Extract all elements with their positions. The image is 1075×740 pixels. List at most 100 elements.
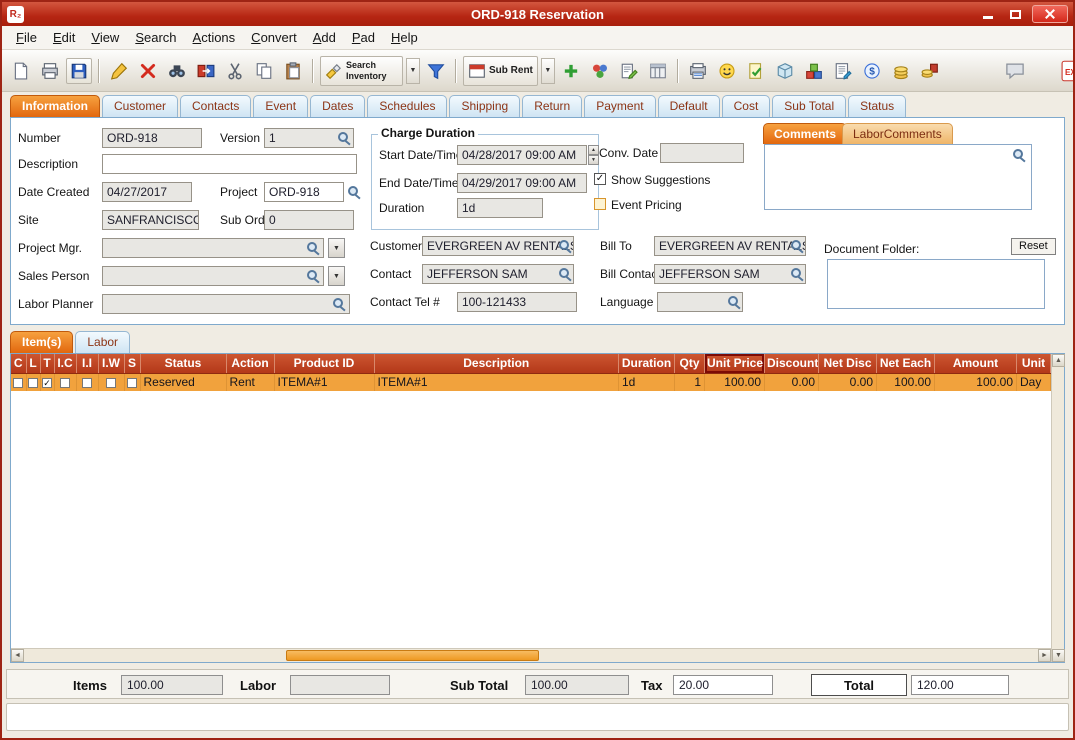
tab-default[interactable]: Default bbox=[658, 95, 720, 117]
cell-duration[interactable]: 1d bbox=[619, 373, 675, 391]
menu-pad[interactable]: Pad bbox=[344, 28, 383, 47]
col-net-each[interactable]: Net Each bbox=[877, 354, 935, 373]
total-field[interactable]: 120.00 bbox=[911, 675, 1009, 695]
iw-checkbox[interactable] bbox=[106, 378, 116, 388]
cut-icon[interactable] bbox=[222, 58, 248, 84]
col-iw[interactable]: I.W bbox=[98, 354, 124, 373]
customer-search-icon[interactable] bbox=[558, 239, 572, 253]
col-l[interactable]: L bbox=[26, 354, 40, 373]
col-duration[interactable]: Duration bbox=[619, 354, 675, 373]
t-checkbox[interactable]: ✓ bbox=[42, 378, 52, 388]
tab-schedules[interactable]: Schedules bbox=[367, 95, 447, 117]
convert-icon[interactable] bbox=[193, 58, 219, 84]
col-s[interactable]: S bbox=[124, 354, 140, 373]
scroll-right-arrow[interactable]: ► bbox=[1038, 649, 1051, 662]
tab-dates[interactable]: Dates bbox=[310, 95, 365, 117]
contact-tel-field[interactable]: 100-121433 bbox=[457, 292, 577, 312]
sub-rent-dropdown[interactable]: ▼ bbox=[541, 58, 555, 84]
col-ic[interactable]: I.C bbox=[54, 354, 76, 373]
copy-icon[interactable] bbox=[251, 58, 277, 84]
scroll-down-arrow[interactable]: ▼ bbox=[1052, 649, 1065, 662]
sales-person-field[interactable] bbox=[102, 266, 324, 286]
maximize-button[interactable] bbox=[1005, 6, 1025, 22]
comments-textarea[interactable] bbox=[764, 144, 1032, 210]
l-checkbox[interactable] bbox=[28, 378, 38, 388]
cell-net-disc[interactable]: 0.00 bbox=[819, 373, 877, 391]
bill-to-search-icon[interactable] bbox=[790, 239, 804, 253]
col-product-id[interactable]: Product ID bbox=[274, 354, 374, 373]
tab-cost[interactable]: Cost bbox=[722, 95, 771, 117]
tab-event[interactable]: Event bbox=[253, 95, 308, 117]
tab-items[interactable]: Item(s) bbox=[10, 331, 73, 353]
c-checkbox[interactable] bbox=[13, 378, 23, 388]
package-icon[interactable] bbox=[772, 58, 798, 84]
edit-list-icon[interactable] bbox=[830, 58, 856, 84]
tab-payment[interactable]: Payment bbox=[584, 95, 655, 117]
menu-actions[interactable]: Actions bbox=[185, 28, 244, 47]
cell-action[interactable]: Rent bbox=[226, 373, 274, 391]
delete-icon[interactable] bbox=[135, 58, 161, 84]
add-icon[interactable] bbox=[558, 58, 584, 84]
notes-icon[interactable] bbox=[616, 58, 642, 84]
cell-net-each[interactable]: 100.00 bbox=[877, 373, 935, 391]
project-mgr-search-icon[interactable] bbox=[306, 241, 320, 255]
end-date-field[interactable]: 04/29/2017 09:00 AM bbox=[457, 173, 587, 193]
col-unit-price[interactable]: Unit Price bbox=[705, 354, 765, 373]
tab-labor-comments[interactable]: LaborComments bbox=[842, 123, 953, 144]
cell-product-id[interactable]: ITEMA#1 bbox=[274, 373, 374, 391]
col-description[interactable]: Description bbox=[374, 354, 619, 373]
event-pricing-checkbox[interactable] bbox=[594, 198, 606, 210]
new-document-icon[interactable] bbox=[8, 58, 34, 84]
description-field[interactable] bbox=[102, 154, 357, 174]
close-button[interactable] bbox=[1032, 5, 1068, 23]
tab-comments[interactable]: Comments bbox=[763, 123, 847, 144]
vertical-scrollbar[interactable]: ▲ ▼ bbox=[1051, 354, 1064, 662]
cell-c[interactable] bbox=[11, 373, 26, 391]
availability-icon[interactable] bbox=[587, 58, 613, 84]
col-unit[interactable]: Unit bbox=[1017, 354, 1051, 373]
conv-date-field[interactable] bbox=[660, 143, 744, 163]
s-checkbox[interactable] bbox=[127, 378, 137, 388]
bill-contact-field[interactable]: JEFFERSON SAM bbox=[654, 264, 806, 284]
show-suggestions-checkbox[interactable]: ✓ bbox=[594, 173, 606, 185]
duration-field[interactable]: 1d bbox=[457, 198, 543, 218]
scrollbar-thumb[interactable] bbox=[286, 650, 539, 661]
tab-customer[interactable]: Customer bbox=[102, 95, 178, 117]
tab-shipping[interactable]: Shipping bbox=[449, 95, 520, 117]
site-field[interactable]: SANFRANCISCO bbox=[102, 210, 199, 230]
cell-ic[interactable] bbox=[54, 373, 76, 391]
start-date-spinner[interactable]: ▲▼ bbox=[588, 145, 599, 165]
sub-total-field[interactable]: 100.00 bbox=[525, 675, 629, 695]
cell-s[interactable] bbox=[124, 373, 140, 391]
col-action[interactable]: Action bbox=[226, 354, 274, 373]
cell-unit-price[interactable]: 100.00 bbox=[705, 373, 765, 391]
col-discount[interactable]: Discount bbox=[765, 354, 819, 373]
cell-unit[interactable]: Day bbox=[1017, 373, 1051, 391]
col-status[interactable]: Status bbox=[140, 354, 226, 373]
currency-convert-icon[interactable]: $ bbox=[859, 58, 885, 84]
project-mgr-field[interactable] bbox=[102, 238, 324, 258]
sub-rent-button[interactable]: Sub Rent bbox=[463, 56, 538, 86]
paste-icon[interactable] bbox=[280, 58, 306, 84]
cell-iw[interactable] bbox=[98, 373, 124, 391]
tab-contacts[interactable]: Contacts bbox=[180, 95, 251, 117]
inventory-stack-icon[interactable] bbox=[801, 58, 827, 84]
col-ii[interactable]: I.I bbox=[76, 354, 98, 373]
col-t[interactable]: T bbox=[40, 354, 54, 373]
search-inventory-dropdown[interactable]: ▼ bbox=[406, 58, 420, 84]
pad-icon[interactable] bbox=[645, 58, 671, 84]
bill-to-field[interactable]: EVERGREEN AV RENTALS bbox=[654, 236, 806, 256]
cell-l[interactable] bbox=[26, 373, 40, 391]
ii-checkbox[interactable] bbox=[82, 378, 92, 388]
filter-icon[interactable] bbox=[423, 58, 449, 84]
cell-description[interactable]: ITEMA#1 bbox=[374, 373, 619, 391]
table-row[interactable]: ✓ Reserved Rent ITEMA#1 ITEMA#1 1d 1 100… bbox=[11, 373, 1051, 391]
tab-labor[interactable]: Labor bbox=[75, 331, 130, 353]
horizontal-scrollbar[interactable]: ◄ ► bbox=[11, 648, 1051, 662]
project-field[interactable]: ORD-918 bbox=[264, 182, 344, 202]
comment-icon[interactable] bbox=[1002, 58, 1028, 84]
tax-field[interactable]: 20.00 bbox=[673, 675, 773, 695]
cell-t[interactable]: ✓ bbox=[40, 373, 54, 391]
contact-search-icon[interactable] bbox=[558, 267, 572, 281]
reset-button[interactable]: Reset bbox=[1011, 238, 1056, 255]
